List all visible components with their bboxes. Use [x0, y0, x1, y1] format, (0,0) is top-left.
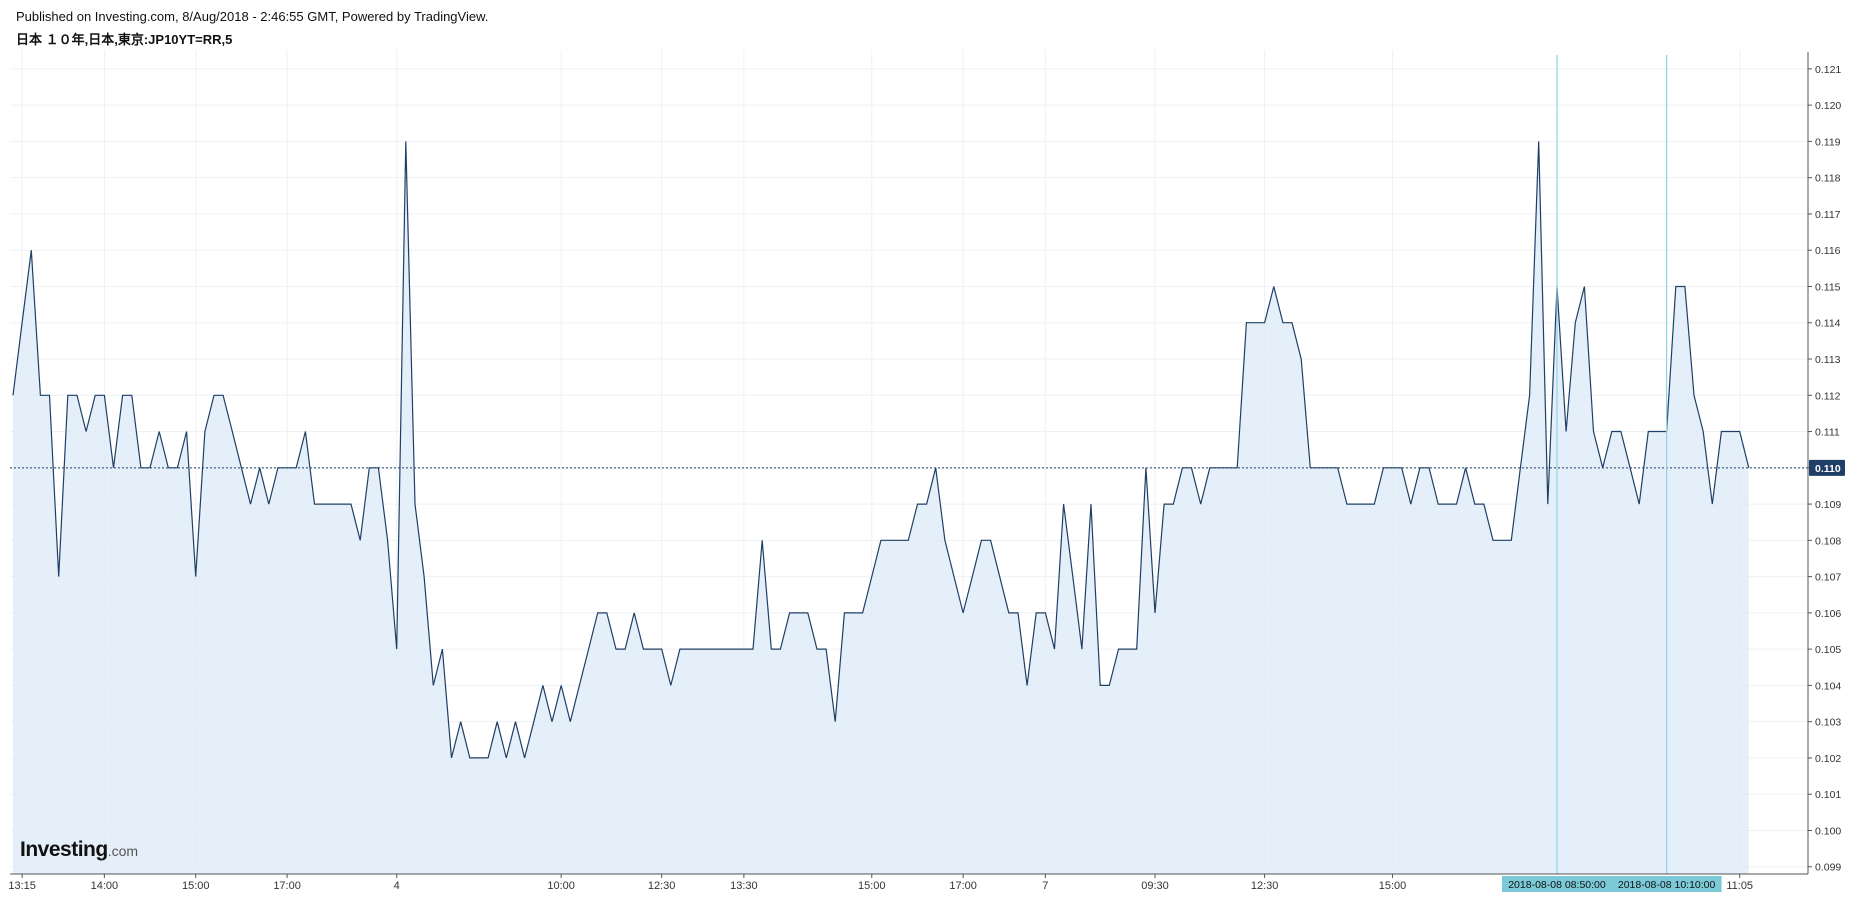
- x-tick-label: 4: [394, 880, 400, 892]
- y-tick-label: 0.105: [1815, 644, 1841, 656]
- marker-label: 2018-08-08 10:10:00: [1618, 879, 1716, 891]
- y-tick-label: 0.113: [1815, 354, 1841, 366]
- x-tick-label: 17:00: [949, 880, 977, 892]
- y-tick-label: 0.111: [1815, 427, 1840, 439]
- y-tick-label: 0.109: [1815, 499, 1841, 511]
- x-tick-label: 13:30: [730, 880, 758, 892]
- last-price-label: 0.110: [1815, 463, 1841, 475]
- x-tick-label: 12:30: [1251, 880, 1279, 892]
- x-tick-label: 14:00: [91, 880, 119, 892]
- y-tick-label: 0.100: [1815, 825, 1841, 837]
- marker-label: 2018-08-08 08:50:00: [1508, 879, 1606, 891]
- logo-brand: Investing: [20, 838, 108, 861]
- y-tick-label: 0.117: [1815, 209, 1841, 221]
- y-tick-label: 0.104: [1815, 680, 1841, 692]
- x-tick-label: 15:00: [182, 880, 210, 892]
- logo-suffix: .com: [107, 843, 139, 859]
- y-tick-label: 0.116: [1815, 245, 1841, 257]
- x-tick-label: 13:15: [8, 880, 36, 892]
- y-tick-label: 0.120: [1815, 100, 1841, 112]
- y-tick-label: 0.103: [1815, 717, 1841, 729]
- time-marker-labels: 2018-08-08 08:50:00 2018-08-08 10:10:00: [1501, 876, 1722, 892]
- investing-logo: Investing.com: [20, 838, 138, 862]
- y-tick-label: 0.121: [1815, 64, 1841, 76]
- price-chart[interactable]: 0.121 0.120 0.119 0.118 0.117 0.116 0.115 0.114…: [0, 0, 1853, 898]
- x-tick-label: 7: [1042, 880, 1048, 892]
- y-tick-label: 0.118: [1815, 173, 1841, 185]
- x-tick-label: 11:05: [1726, 880, 1753, 892]
- y-tick-label: 0.101: [1815, 789, 1841, 801]
- y-tick-label: 0.119: [1815, 136, 1841, 148]
- y-tick-label: 0.107: [1815, 572, 1841, 584]
- y-tick-label: 0.099: [1815, 862, 1841, 874]
- x-tick-label: 10:00: [547, 880, 575, 892]
- x-tick-label: 15:00: [1379, 880, 1407, 892]
- y-tick-label: 0.115: [1815, 281, 1841, 293]
- x-axis-ticks: 13:15 14:00 15:00 17:00 4 10:00 12:30 13:30 15:0…: [8, 874, 1753, 892]
- y-tick-label: 0.108: [1815, 535, 1841, 547]
- last-price-badge: 0.110: [1809, 459, 1845, 476]
- y-tick-label: 0.106: [1815, 608, 1841, 620]
- x-tick-label: 09:30: [1141, 880, 1169, 892]
- y-tick-label: 0.112: [1815, 390, 1841, 402]
- x-tick-label: 17:00: [273, 880, 301, 892]
- x-tick-label: 15:00: [858, 880, 886, 892]
- price-area-fill: [13, 141, 1749, 874]
- x-tick-label: 12:30: [648, 880, 676, 892]
- y-tick-label: 0.114: [1815, 318, 1841, 330]
- y-tick-label: 0.102: [1815, 753, 1841, 765]
